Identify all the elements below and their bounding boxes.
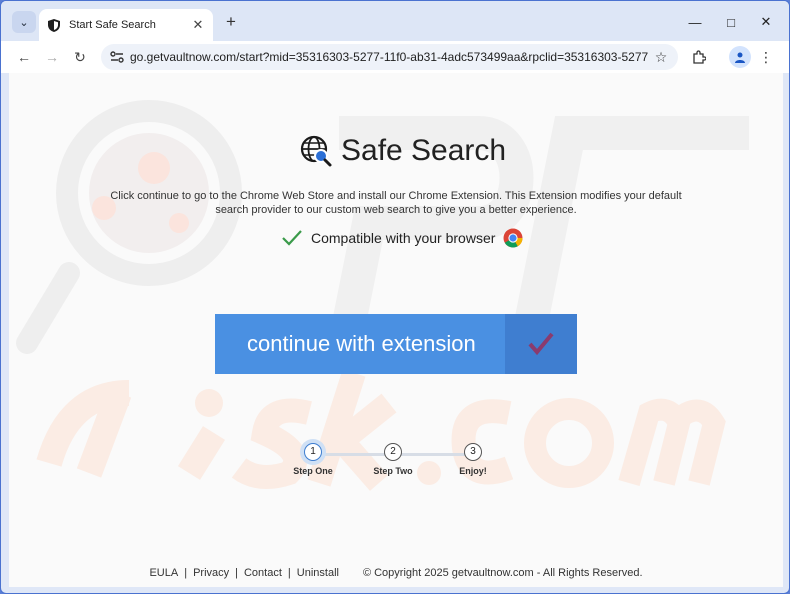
browser-toolbar: ← → ↻ go.getvaultnow.com/start?mid=35316… [1,41,789,73]
reload-button[interactable]: ↻ [68,45,92,69]
tab-active[interactable]: Start Safe Search ✕ [39,9,213,41]
tab-title: Start Safe Search [69,19,156,31]
profile-avatar-icon[interactable] [729,46,751,68]
checkmark-icon [282,230,302,246]
cta-check-icon [505,314,577,374]
close-window-button[interactable]: ✕ [752,11,780,33]
shield-icon [47,18,61,32]
step-label: Step One [293,466,333,476]
compatibility-row: Compatible with your browser [281,227,523,249]
footer-link-uninstall[interactable]: Uninstall [297,567,339,579]
brand-logo: Safe Search [299,133,506,169]
site-info-icon[interactable] [104,44,130,70]
step-label: Enjoy! [459,466,487,476]
step-label: Step Two [373,466,413,476]
page-content: Safe Search Click continue to go to the … [9,73,783,587]
forward-button[interactable]: → [40,45,64,69]
description-text: Click continue to go to the Chrome Web S… [110,190,682,216]
brand-name: Safe Search [341,134,507,167]
footer-link-contact[interactable]: Contact [244,567,282,579]
chrome-icon [503,228,523,248]
url-text: go.getvaultnow.com/start?mid=35316303-52… [130,50,648,64]
step-number: 3 [464,443,482,461]
title-bar: ⌄ Start Safe Search ✕ + — □ ✕ [1,1,789,41]
extensions-icon[interactable] [687,45,711,69]
compatible-text: Compatible with your browser [311,230,496,246]
maximize-button[interactable]: □ [717,11,745,33]
chevron-down-icon: ⌄ [19,16,29,29]
address-bar[interactable]: go.getvaultnow.com/start?mid=35316303-52… [101,44,678,70]
steps-progress: 1 Step One 2 Step Two 3 Enjoy! [281,443,521,483]
tab-search-button[interactable]: ⌄ [12,11,36,33]
footer: EULA | Privacy | Contact | Uninstall © Copyrigh… [149,567,643,579]
step-enjoy: 3 Enjoy! [441,443,505,476]
cta-label: continue with extension [247,331,476,356]
globe-search-icon [300,135,332,167]
back-button[interactable]: ← [12,45,36,69]
step-number: 2 [384,443,402,461]
bookmark-star-icon[interactable]: ☆ [648,44,674,70]
browser-window: ⌄ Start Safe Search ✕ + — □ ✕ ← → ↻ go.g… [0,0,790,594]
copyright-text: © Copyright 2025 getvaultnow.com - All R… [362,567,643,579]
step-one: 1 Step One [281,443,345,476]
minimize-button[interactable]: — [681,11,709,33]
close-tab-icon[interactable]: ✕ [189,16,207,34]
step-number: 1 [304,443,322,461]
step-two: 2 Step Two [361,443,425,476]
menu-kebab-icon[interactable]: ⋮ [754,45,778,69]
footer-link-eula[interactable]: EULA [149,567,178,579]
new-tab-button[interactable]: + [220,11,242,33]
footer-link-privacy[interactable]: Privacy [193,567,229,579]
continue-with-extension-button[interactable]: continue with extension [215,314,577,374]
